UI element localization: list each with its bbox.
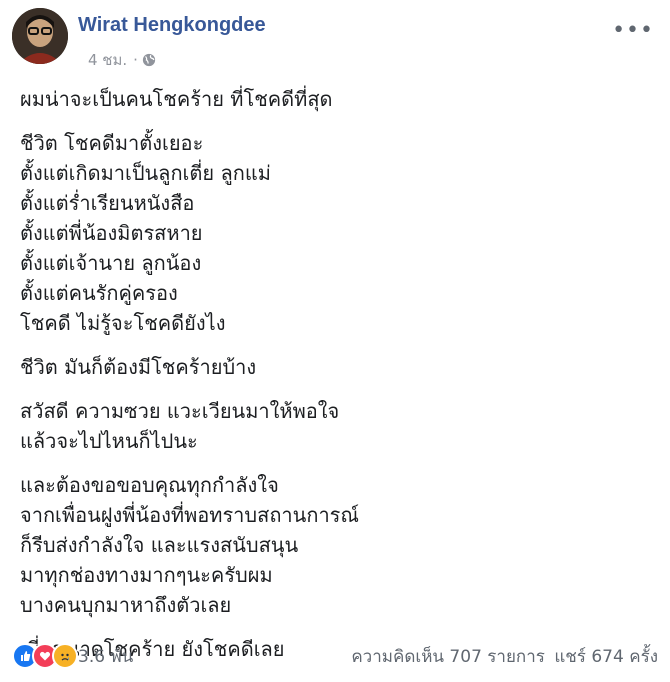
post-paragraph: และต้องขอขอบคุณทุกกำลังใจจากเพื่อนฝูงพี่… xyxy=(20,470,650,620)
post-text-line: ชีวิต โชคดีมาตั้งเยอะ xyxy=(20,131,204,155)
avatar-photo-icon xyxy=(12,8,68,64)
post-paragraph: ชีวิต โชคดีมาตั้งเยอะตั้งแต่เกิดมาเป็นลู… xyxy=(20,128,650,338)
post-text-line: ตั้งแต่เจ้านาย ลูกน้อง xyxy=(20,251,202,275)
more-horizontal-icon[interactable]: ••• xyxy=(612,18,654,43)
post-text-line: โชคดี ไม่รู้จะโชคดียังไง xyxy=(20,311,226,335)
post-paragraph: ชีวิต มันก็ต้องมีโชคร้ายบ้าง xyxy=(20,352,650,382)
reaction-icons xyxy=(12,643,78,669)
avatar[interactable] xyxy=(12,8,68,64)
sad-icon xyxy=(52,643,78,669)
post-footer: 3.6 พัน ความคิดเห็น 707 รายการ แชร์ 674 … xyxy=(12,638,658,674)
post-text-line: แล้วจะไปไหนก็ไปนะ xyxy=(20,429,198,453)
post-paragraph: ผมน่าจะเป็นคนโชคร้าย ที่โชคดีที่สุด xyxy=(20,84,650,114)
post-text-line: ผมน่าจะเป็นคนโชคร้าย ที่โชคดีที่สุด xyxy=(20,87,333,111)
post-text-line: สวัสดี ความซวย แวะเวียนมาให้พอใจ xyxy=(20,399,340,423)
post-text-line: ตั้งแต่คนรักคู่ครอง xyxy=(20,281,178,305)
post-text-line: ตั้งแต่ร่ำเรียนหนังสือ xyxy=(20,191,195,215)
post-text-line: มาทุกช่องทางมากๆนะครับผม xyxy=(20,563,273,587)
globe-icon[interactable] xyxy=(142,53,156,67)
engagement-stats: ความคิดเห็น 707 รายการ แชร์ 674 ครั้ง xyxy=(347,643,658,670)
post-time[interactable]: 4 ชม. xyxy=(88,48,127,72)
post-meta: 4 ชม. · xyxy=(88,48,156,72)
post-text-line: บางคนบุกมาหาถึงตัวเลย xyxy=(20,593,232,617)
facebook-post: Wirat Hengkongdee 4 ชม. · ••• ผมน่าจะเป็… xyxy=(0,0,670,682)
post-text-line: จากเพื่อนฝูงพี่น้องที่พอทราบสถานการณ์ xyxy=(20,503,359,527)
reaction-count[interactable]: 3.6 พัน xyxy=(78,643,133,670)
post-body: ผมน่าจะเป็นคนโชคร้าย ที่โชคดีที่สุดชีวิต… xyxy=(20,84,650,678)
post-header: Wirat Hengkongdee 4 ชม. · ••• xyxy=(12,8,658,69)
post-text-line: ตั้งแต่พี่น้องมิตรสหาย xyxy=(20,221,203,245)
post-text-line: ตั้งแต่เกิดมาเป็นลูกเตี่ย ลูกแม่ xyxy=(20,161,271,185)
post-text-line: ชีวิต มันก็ต้องมีโชคร้ายบ้าง xyxy=(20,355,257,379)
author-name[interactable]: Wirat Hengkongdee xyxy=(78,14,266,37)
post-text-line: ก็รีบส่งกำลังใจ และแรงสนับสนุน xyxy=(20,533,299,557)
separator-dot: · xyxy=(133,51,138,69)
share-count[interactable]: แชร์ 674 ครั้ง xyxy=(554,647,658,667)
post-text-line: และต้องขอขอบคุณทุกกำลังใจ xyxy=(20,473,279,497)
reactions-summary[interactable]: 3.6 พัน xyxy=(12,643,133,670)
comment-count[interactable]: ความคิดเห็น 707 รายการ xyxy=(351,647,545,667)
post-paragraph: สวัสดี ความซวย แวะเวียนมาให้พอใจแล้วจะไป… xyxy=(20,396,650,456)
